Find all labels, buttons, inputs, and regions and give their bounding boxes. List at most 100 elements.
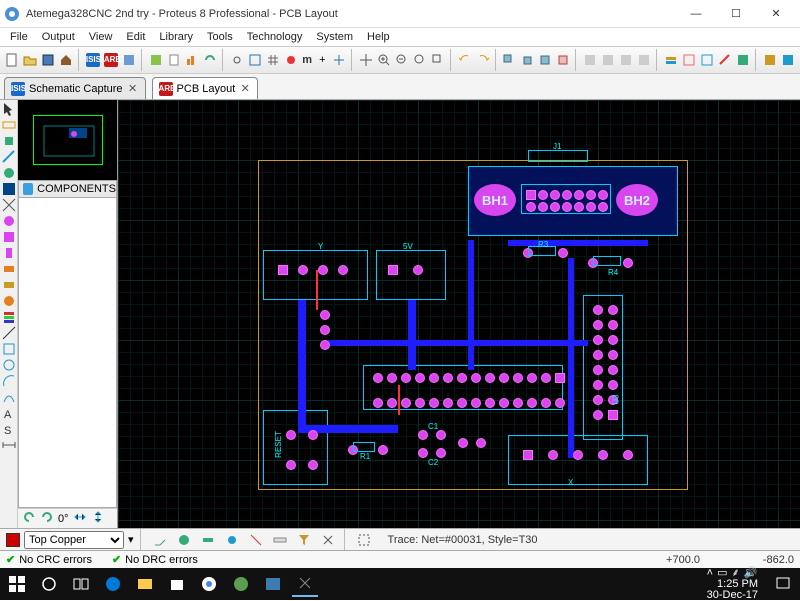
false-origin-icon[interactable] bbox=[331, 50, 347, 70]
menu-file[interactable]: File bbox=[4, 30, 34, 44]
zoom-area-icon[interactable] bbox=[430, 50, 446, 70]
line-icon[interactable] bbox=[2, 326, 16, 340]
explorer-icon[interactable] bbox=[132, 571, 158, 597]
autoplacer-icon[interactable] bbox=[735, 50, 751, 70]
package-mode-icon[interactable] bbox=[2, 134, 16, 148]
cortana-icon[interactable] bbox=[36, 571, 62, 597]
flip-h-icon[interactable] bbox=[73, 510, 87, 527]
menu-view[interactable]: View bbox=[83, 30, 119, 44]
layers-icon[interactable] bbox=[663, 50, 679, 70]
isis-icon[interactable]: ISIS bbox=[85, 50, 101, 70]
tab-pcb[interactable]: ARES PCB Layout ✕ bbox=[152, 77, 259, 99]
zoom-all-icon[interactable] bbox=[412, 50, 428, 70]
chevron-up-icon[interactable]: ˄ bbox=[707, 568, 713, 579]
measure-icon[interactable] bbox=[270, 530, 290, 550]
ratsnest-icon[interactable] bbox=[2, 198, 16, 212]
menu-edit[interactable]: Edit bbox=[120, 30, 151, 44]
decompose-icon[interactable] bbox=[636, 50, 652, 70]
menu-library[interactable]: Library bbox=[153, 30, 199, 44]
start-icon[interactable] bbox=[4, 571, 30, 597]
components-list[interactable] bbox=[18, 198, 117, 508]
board-icon[interactable] bbox=[699, 50, 715, 70]
close-icon[interactable]: ✕ bbox=[127, 83, 139, 95]
circle-icon[interactable] bbox=[2, 358, 16, 372]
layer-select[interactable]: Top Copper bbox=[24, 531, 124, 549]
box-icon[interactable] bbox=[2, 342, 16, 356]
menu-help[interactable]: Help bbox=[361, 30, 396, 44]
poly-pad-icon[interactable] bbox=[2, 294, 16, 308]
zoom-out-icon[interactable] bbox=[394, 50, 410, 70]
flip-v-icon[interactable] bbox=[91, 510, 105, 527]
zoom-in-icon[interactable] bbox=[376, 50, 392, 70]
overview-panel[interactable] bbox=[18, 100, 117, 180]
smt-pad-icon[interactable] bbox=[2, 278, 16, 292]
menu-output[interactable]: Output bbox=[36, 30, 81, 44]
trace-angle-icon[interactable] bbox=[150, 530, 170, 550]
select-icon[interactable] bbox=[2, 102, 16, 116]
menu-technology[interactable]: Technology bbox=[241, 30, 309, 44]
block-rotate-icon[interactable] bbox=[537, 50, 553, 70]
area-icon[interactable] bbox=[247, 50, 263, 70]
notifications-icon[interactable] bbox=[770, 571, 796, 597]
new-icon[interactable] bbox=[4, 50, 20, 70]
arc-icon[interactable] bbox=[2, 374, 16, 388]
chrome-icon[interactable] bbox=[196, 571, 222, 597]
dil-pad-icon[interactable] bbox=[2, 246, 16, 260]
make-icon[interactable] bbox=[600, 50, 616, 70]
open-icon[interactable] bbox=[22, 50, 38, 70]
padstack-icon[interactable] bbox=[2, 310, 16, 324]
metric-icon[interactable]: m bbox=[301, 50, 314, 70]
cut-icon[interactable] bbox=[318, 530, 338, 550]
bom-icon[interactable] bbox=[148, 50, 164, 70]
edge-icon[interactable] bbox=[100, 571, 126, 597]
volume-icon[interactable]: 🔊 bbox=[744, 568, 758, 579]
minimize-button[interactable]: — bbox=[676, 2, 716, 26]
autoroute-icon[interactable] bbox=[762, 50, 778, 70]
clock-time[interactable]: 1:25 PM bbox=[707, 579, 758, 590]
drc-live-icon[interactable] bbox=[246, 530, 266, 550]
edge-pad-icon[interactable] bbox=[2, 262, 16, 276]
pcb-canvas[interactable]: BH1 BH2 J1 bbox=[118, 100, 800, 528]
block-delete-icon[interactable] bbox=[555, 50, 571, 70]
auto-via-icon[interactable] bbox=[222, 530, 242, 550]
components-header[interactable]: COMPONENTS bbox=[18, 180, 117, 198]
menu-tools[interactable]: Tools bbox=[201, 30, 239, 44]
snap-icon[interactable]: + bbox=[316, 50, 329, 70]
track-icon[interactable] bbox=[2, 150, 16, 164]
battery-icon[interactable]: ▭ bbox=[717, 568, 727, 579]
refresh-icon[interactable] bbox=[202, 50, 218, 70]
zone-icon[interactable] bbox=[2, 182, 16, 196]
taskview-icon[interactable] bbox=[68, 571, 94, 597]
verify-icon[interactable] bbox=[780, 50, 796, 70]
rotate-cw-icon[interactable] bbox=[40, 510, 54, 527]
block-move-icon[interactable] bbox=[519, 50, 535, 70]
rotate-ccw-icon[interactable] bbox=[22, 510, 36, 527]
settings-icon[interactable] bbox=[292, 571, 318, 597]
filter-icon[interactable] bbox=[294, 530, 314, 550]
ares-icon[interactable]: ARES bbox=[103, 50, 119, 70]
center-icon[interactable] bbox=[358, 50, 374, 70]
redo-icon[interactable] bbox=[475, 50, 491, 70]
selection-icon[interactable] bbox=[354, 530, 374, 550]
square-pad-icon[interactable] bbox=[2, 230, 16, 244]
3d-icon[interactable] bbox=[121, 50, 137, 70]
home-icon[interactable] bbox=[58, 50, 74, 70]
auto-track-icon[interactable] bbox=[198, 530, 218, 550]
clock-date[interactable]: 30-Dec-17 bbox=[707, 590, 758, 601]
component-icon[interactable] bbox=[2, 118, 16, 132]
wifi-icon[interactable]: ⸙ bbox=[731, 568, 739, 579]
auto-trace-neck-icon[interactable] bbox=[174, 530, 194, 550]
window-icon[interactable] bbox=[260, 571, 286, 597]
app-icon[interactable] bbox=[228, 571, 254, 597]
tab-schematic[interactable]: ISIS Schematic Capture ✕ bbox=[4, 77, 146, 99]
pick-icon[interactable] bbox=[582, 50, 598, 70]
sheet-icon[interactable] bbox=[166, 50, 182, 70]
chart-icon[interactable] bbox=[184, 50, 200, 70]
system-tray[interactable]: ˄ ▭ ⸙ 🔊 bbox=[707, 568, 758, 579]
chevron-down-icon[interactable]: ▾ bbox=[128, 533, 134, 546]
dimension-icon[interactable] bbox=[2, 438, 16, 452]
symbol-icon[interactable]: S bbox=[2, 422, 16, 436]
grid-icon[interactable] bbox=[265, 50, 281, 70]
store-icon[interactable] bbox=[164, 571, 190, 597]
close-button[interactable]: ✕ bbox=[756, 2, 796, 26]
